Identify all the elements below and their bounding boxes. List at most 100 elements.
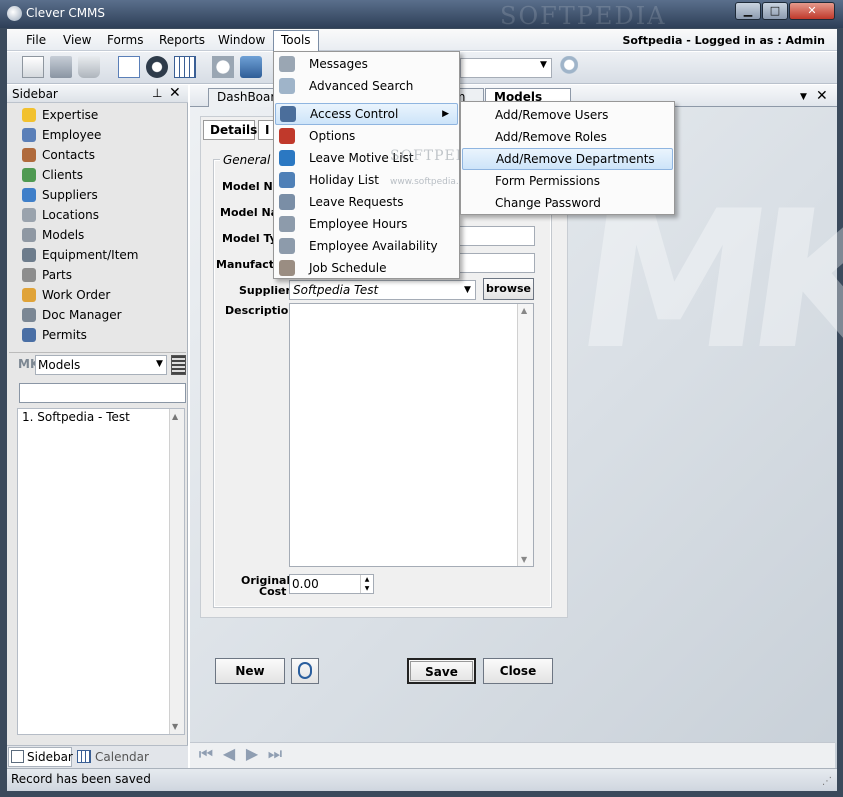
scroll-down-icon[interactable]: ▼ xyxy=(172,722,178,731)
sidebar-item-label: Expertise xyxy=(42,108,99,122)
prev-record-icon[interactable]: ◀ xyxy=(220,745,238,763)
person-icon xyxy=(22,128,36,142)
description-textarea[interactable] xyxy=(289,303,534,567)
sidebar-item-expertise[interactable]: Expertise xyxy=(22,105,98,125)
models-combo-value: Models xyxy=(38,358,81,372)
new-button[interactable]: New xyxy=(215,658,285,684)
sidebar-item-models[interactable]: Models xyxy=(22,225,84,245)
list-item[interactable]: 1. Softpedia - Test xyxy=(22,410,130,424)
chevron-down-icon[interactable]: ▼ xyxy=(464,285,471,295)
scroll-up-icon[interactable]: ▲ xyxy=(172,412,178,421)
list-scrollbar[interactable] xyxy=(169,409,184,734)
sidebar-item-doc-manager[interactable]: Doc Manager xyxy=(22,305,122,325)
tools-menu-item-job-schedule[interactable]: Job Schedule xyxy=(275,257,458,279)
calendar-icon[interactable] xyxy=(174,56,196,78)
list-form-icon[interactable] xyxy=(118,56,140,78)
browse-button[interactable]: browse xyxy=(483,278,534,300)
submenu-item-add-remove-roles[interactable]: Add/Remove Roles xyxy=(462,126,673,148)
chevron-down-icon[interactable]: ▼ xyxy=(156,359,163,369)
supplier-icon xyxy=(22,188,36,202)
close-icon[interactable]: ✕ xyxy=(169,85,181,101)
clock-icon xyxy=(279,216,295,232)
toolbar-search-combo[interactable] xyxy=(460,58,552,78)
tab-dashboard[interactable]: DashBoard xyxy=(208,88,283,107)
original-cost-value: 0.00 xyxy=(292,577,319,591)
sidebar-item-clients[interactable]: Clients xyxy=(22,165,83,185)
users-icon[interactable] xyxy=(240,56,262,78)
tools-menu-item-employee-hours[interactable]: Employee Hours xyxy=(275,213,458,235)
next-record-icon[interactable]: ▶ xyxy=(243,745,261,763)
close-button[interactable]: Close xyxy=(483,658,553,684)
tab-calendar[interactable]: Calendar xyxy=(95,750,149,764)
tabs-dropdown-icon[interactable]: ▼ xyxy=(800,92,807,102)
manufacturer-field[interactable] xyxy=(458,253,535,273)
menu-forms[interactable]: Forms xyxy=(107,33,143,47)
scroll-down-icon[interactable]: ▼ xyxy=(521,555,527,564)
sidebar-item-employee[interactable]: Employee xyxy=(22,125,101,145)
tools-menu-label: Leave Requests xyxy=(309,195,404,209)
dashboard-gauge-icon[interactable] xyxy=(146,56,168,78)
close-tab-icon[interactable]: ✕ xyxy=(816,88,828,104)
scroll-up-icon[interactable]: ▲ xyxy=(521,306,527,315)
menu-tools[interactable]: Tools xyxy=(273,30,319,52)
tools-menu-item-messages[interactable]: Messages xyxy=(275,53,458,75)
tools-menu-label: Access Control xyxy=(310,107,399,121)
maximize-button[interactable]: □ xyxy=(762,2,788,20)
chevron-down-icon[interactable]: ▼ xyxy=(540,60,547,70)
submenu-item-change-password[interactable]: Change Password xyxy=(462,192,673,214)
people-icon xyxy=(22,148,36,162)
submenu-item-form-permissions[interactable]: Form Permissions xyxy=(462,170,673,192)
sidebar-item-label: Employee xyxy=(42,128,102,142)
menu-view[interactable]: View xyxy=(63,33,91,47)
tools-menu-item-options[interactable]: Options xyxy=(275,125,458,147)
sidebar-item-label: Contacts xyxy=(42,148,95,162)
gear-icon xyxy=(22,268,36,282)
trash-icon[interactable] xyxy=(78,56,100,78)
leave-request-icon xyxy=(279,194,295,210)
grid-view-icon[interactable] xyxy=(171,355,186,375)
client-icon xyxy=(22,168,36,182)
app-icon xyxy=(7,6,22,21)
sidebar-item-parts[interactable]: Parts xyxy=(22,265,72,285)
close-window-button[interactable]: ✕ xyxy=(789,2,835,20)
sidebar-item-locations[interactable]: Locations xyxy=(22,205,99,225)
submenu-item-add-remove-users[interactable]: Add/Remove Users xyxy=(462,104,673,126)
sidebar-item-equipment-item[interactable]: Equipment/Item xyxy=(22,245,139,265)
messages-icon[interactable] xyxy=(212,56,234,78)
tools-menu-item-access-control[interactable]: Access Control ▶ xyxy=(275,103,458,125)
search-icon[interactable] xyxy=(556,56,578,78)
sidebar-item-work-order[interactable]: Work Order xyxy=(22,285,110,305)
menu-file[interactable]: File xyxy=(26,33,46,47)
sidebar-item-suppliers[interactable]: Suppliers xyxy=(22,185,98,205)
sidebar-search-input[interactable] xyxy=(19,383,186,403)
sidebar-item-contacts[interactable]: Contacts xyxy=(22,145,95,165)
messages-icon xyxy=(279,56,295,72)
tab-details[interactable]: Details xyxy=(203,120,257,140)
cost-stepper[interactable]: ▲ ▼ xyxy=(360,575,373,593)
submenu-item-add-remove-departments[interactable]: Add/Remove Departments xyxy=(462,148,673,170)
sidebar-item-label: Doc Manager xyxy=(42,308,122,322)
model-type-field[interactable] xyxy=(458,226,535,246)
tools-menu-item-leave-requests[interactable]: Leave Requests xyxy=(275,191,458,213)
sidebar-item-permits[interactable]: Permits xyxy=(22,325,87,345)
new-document-icon[interactable] xyxy=(22,56,44,78)
resize-grip-icon[interactable]: ⋰ xyxy=(822,776,832,787)
menu-reports[interactable]: Reports xyxy=(159,33,205,47)
pin-icon[interactable]: ⊥ xyxy=(152,86,162,100)
description-scrollbar[interactable] xyxy=(517,304,533,566)
minimize-button[interactable]: ▁ xyxy=(735,2,761,20)
save-button[interactable]: Save xyxy=(407,658,476,684)
supplier-value: Softpedia Test xyxy=(293,283,379,297)
checkmark-icon xyxy=(279,128,295,144)
magnifier-icon xyxy=(279,78,295,94)
tools-menu-label: Employee Availability xyxy=(309,239,438,253)
menu-window[interactable]: Window xyxy=(218,33,265,47)
label-supplier: Supplier xyxy=(239,284,291,297)
leave-motive-icon xyxy=(279,150,295,166)
tools-menu-item-employee-availability[interactable]: Employee Availability xyxy=(275,235,458,257)
save-disk-icon[interactable] xyxy=(50,56,72,78)
sidebar-item-label: Work Order xyxy=(42,288,111,302)
last-record-icon[interactable]: ⏭ xyxy=(266,745,284,763)
tools-menu-item-advanced-search[interactable]: Advanced Search xyxy=(275,75,458,97)
first-record-icon[interactable]: ⏮ xyxy=(197,745,215,763)
